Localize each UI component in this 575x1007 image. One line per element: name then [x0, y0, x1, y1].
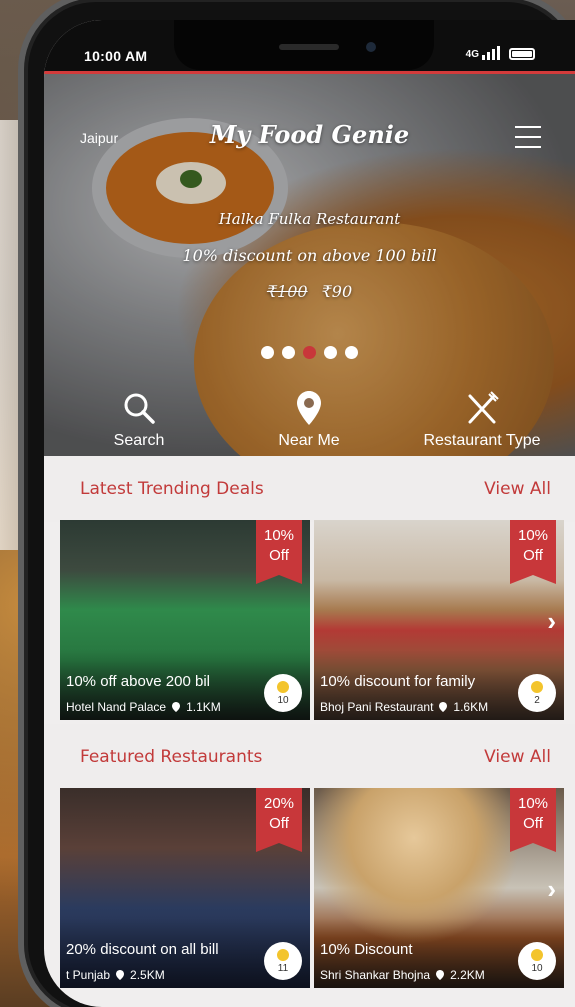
deal-text: 10% discount for family	[320, 673, 476, 690]
restaurant-type-action[interactable]: Restaurant Type	[412, 390, 552, 450]
search-icon	[94, 390, 184, 426]
trending-header: Latest Trending Deals View All	[44, 456, 575, 522]
restaurant-info: Bhoj Pani Restaurant 1.6KM	[320, 700, 488, 714]
rating-badge: 11	[264, 942, 302, 980]
deal-card[interactable]: 10% Off 10% off above 200 bil Hotel Nand …	[60, 520, 310, 720]
location-pin-icon	[172, 702, 181, 712]
carousel-dot[interactable]	[324, 346, 337, 359]
discount-badge: 10% Off	[256, 520, 302, 584]
restaurant-name: Hotel Nand Palace	[66, 700, 167, 714]
near-me-label: Near Me	[278, 432, 340, 449]
smiley-icon	[277, 680, 289, 693]
deal-card[interactable]: 10% Off › 10% discount for family Bhoj Pa…	[314, 520, 564, 720]
carousel-dot-active[interactable]	[303, 346, 316, 359]
deal-text: 10% off above 200 bil	[66, 673, 211, 690]
rating-badge: 10	[264, 674, 302, 712]
restaurant-card[interactable]: 20% Off 20% discount on all bill t Punjab…	[60, 788, 310, 988]
network-label: 4G	[465, 49, 479, 60]
deal-text: 20% discount on all bill	[66, 941, 219, 958]
network-status: 4G	[466, 46, 535, 60]
carousel-dot[interactable]	[345, 346, 358, 359]
carousel-dot[interactable]	[261, 346, 274, 359]
camera	[366, 42, 376, 52]
discount-badge: 10% Off	[510, 520, 556, 584]
rating-badge: 10	[518, 942, 556, 980]
promo-offer: 10% discount on above 100 bill	[182, 246, 437, 265]
discount-off: Off	[269, 547, 289, 564]
search-action[interactable]: Search	[94, 390, 184, 450]
promo-price: ₹100 ₹90	[44, 282, 575, 301]
smiley-icon	[277, 948, 289, 961]
promo-restaurant: Halka Fulka Restaurant	[218, 210, 401, 228]
chevron-right-icon[interactable]: ›	[547, 606, 556, 637]
chevron-right-icon[interactable]: ›	[547, 874, 556, 905]
location-pin-icon	[439, 702, 448, 712]
restaurant-name: t Punjab	[66, 968, 111, 982]
promo-old-price: ₹100	[266, 282, 308, 301]
restaurant-distance: 2.2KM	[450, 968, 485, 982]
discount-value: 20%	[263, 795, 295, 812]
app-logo: My Food Genie	[209, 120, 410, 149]
location-pin-icon	[436, 970, 445, 980]
battery-icon	[509, 48, 535, 60]
discount-value: 10%	[517, 795, 549, 812]
restaurant-info: Shri Shankar Bhojna 2.2KM	[320, 968, 485, 982]
deal-text: 10% Discount	[320, 941, 413, 958]
search-label: Search	[113, 432, 165, 449]
featured-title: Featured Restaurants	[80, 747, 263, 767]
discount-badge: 10% Off	[510, 788, 556, 852]
header-accent-line	[44, 71, 575, 74]
rating-value: 11	[277, 962, 289, 974]
restaurant-type-label: Restaurant Type	[423, 432, 541, 449]
near-me-action[interactable]: Near Me	[259, 390, 359, 450]
trending-view-all-link[interactable]: View All	[484, 479, 551, 499]
restaurant-distance: 2.5KM	[130, 968, 165, 982]
carousel-dots	[44, 346, 575, 359]
rating-value: 10	[531, 962, 543, 974]
discount-off: Off	[523, 815, 543, 832]
featured-header: Featured Restaurants View All	[44, 724, 575, 790]
smiley-icon	[531, 948, 543, 961]
rating-value: 2	[534, 694, 540, 706]
location-pin-icon	[259, 390, 359, 426]
speaker	[279, 44, 339, 50]
restaurant-name: Shri Shankar Bhojna	[320, 968, 431, 982]
trending-cards: 10% Off 10% off above 200 bil Hotel Nand …	[60, 520, 564, 720]
promo-new-price: ₹90	[321, 282, 353, 301]
discount-off: Off	[269, 815, 289, 832]
hamburger-menu-icon[interactable]	[515, 126, 541, 148]
status-bar: 10:00 AM 4G	[44, 20, 575, 72]
rating-badge: 2	[518, 674, 556, 712]
carousel-dot[interactable]	[282, 346, 295, 359]
fork-knife-icon	[412, 390, 552, 426]
featured-cards: 20% Off 20% discount on all bill t Punjab…	[60, 788, 564, 988]
rating-value: 10	[277, 694, 289, 706]
signal-icon	[482, 46, 500, 60]
discount-badge: 20% Off	[256, 788, 302, 852]
featured-view-all-link[interactable]: View All	[484, 747, 551, 767]
restaurant-distance: 1.6KM	[453, 700, 489, 714]
restaurant-info: t Punjab 2.5KM	[66, 968, 165, 982]
location-pin-icon	[116, 970, 125, 980]
phone-screen: 10:00 AM 4G Jaipur My Food Genie Halka F…	[44, 20, 575, 1007]
hero-banner[interactable]: Jaipur My Food Genie Halka Fulka Restaur…	[44, 72, 575, 456]
restaurant-card[interactable]: 10% Off › 10% Discount Shri Shankar Bhojn…	[314, 788, 564, 988]
discount-value: 10%	[517, 527, 549, 544]
discount-value: 10%	[263, 527, 295, 544]
smiley-icon	[531, 680, 543, 693]
discount-off: Off	[523, 547, 543, 564]
restaurant-name: Bhoj Pani Restaurant	[320, 700, 434, 714]
trending-title: Latest Trending Deals	[80, 479, 264, 499]
quick-actions: Search Near Me Restaurant Type	[44, 390, 575, 456]
restaurant-info: Hotel Nand Palace 1.1KM	[66, 700, 221, 714]
restaurant-distance: 1.1KM	[186, 700, 221, 714]
status-time: 10:00 AM	[84, 48, 148, 64]
